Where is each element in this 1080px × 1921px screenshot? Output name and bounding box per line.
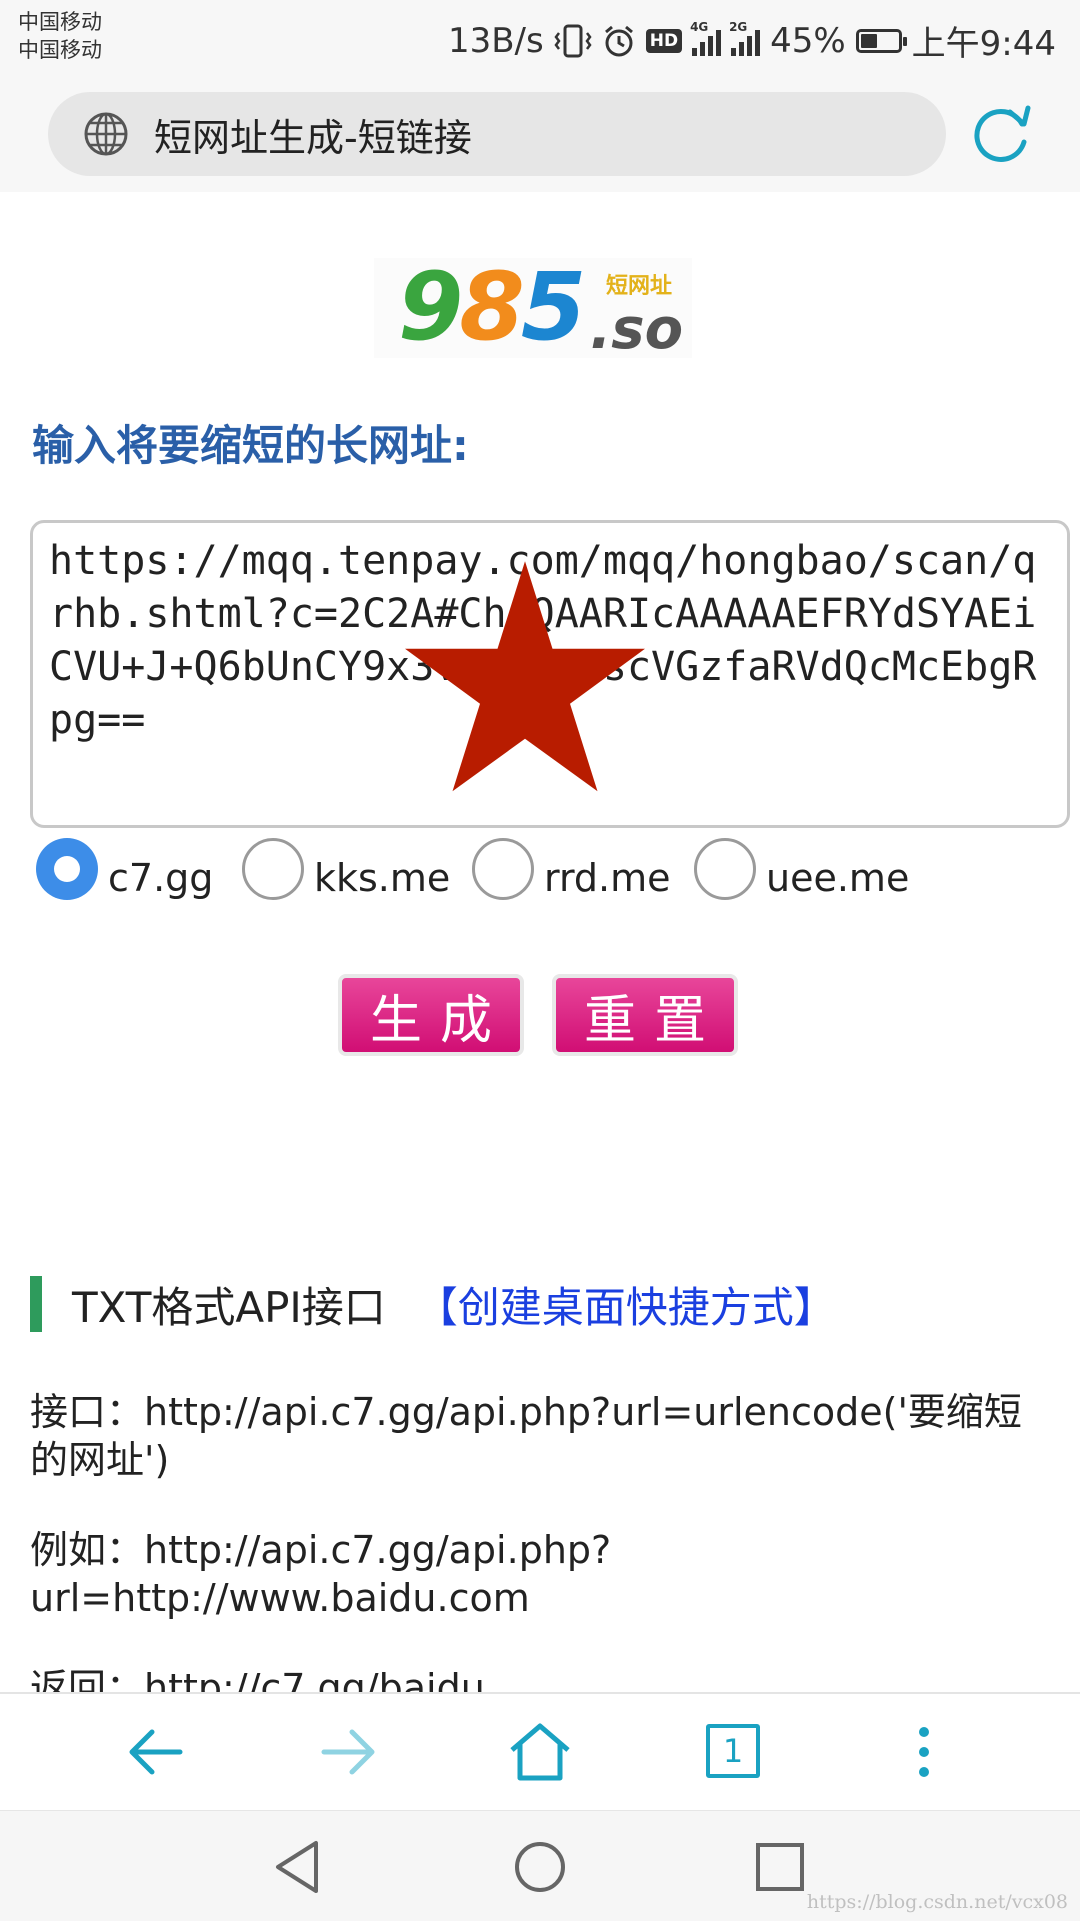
section-accent-bar: [30, 1276, 42, 1332]
radio-label: rrd.me: [544, 856, 671, 900]
sim2-network-type: 2G: [729, 19, 748, 34]
generate-button[interactable]: 生成: [338, 974, 524, 1056]
logo-tag: 短网址: [606, 274, 673, 299]
address-bar: 短网址生成-短链接: [0, 88, 1080, 192]
battery-percent: 45%: [770, 20, 846, 61]
browser-toolbar: 1: [0, 1692, 1080, 1812]
reset-button[interactable]: 重置: [552, 974, 738, 1056]
reload-icon[interactable]: [970, 102, 1034, 166]
home-icon[interactable]: [508, 1720, 572, 1784]
page-content: 985 .so 短网址 输入将要缩短的长网址: https://mqq.tenp…: [0, 192, 1080, 1692]
long-url-label: 输入将要缩短的长网址:: [32, 421, 469, 470]
alarm-icon: [604, 25, 633, 56]
radio-unchecked-icon[interactable]: [242, 838, 304, 900]
tab-count: 1: [706, 1724, 760, 1778]
signal-sim1-icon: 4G: [690, 20, 722, 56]
carrier-names: 中国移动 中国移动: [18, 8, 102, 64]
status-icons: 13B/s HD 4G 2G 45% 上午9:44: [448, 16, 1056, 65]
api-section-title: TXT格式API接口: [72, 1282, 386, 1332]
net-speed: 13B/s: [447, 20, 544, 61]
radio-unchecked-icon[interactable]: [694, 838, 756, 900]
clock: 上午9:44: [911, 24, 1056, 64]
api-section-header: TXT格式API接口 【创建桌面快捷方式】: [30, 1276, 836, 1332]
redaction-star-icon: [405, 561, 645, 792]
radio-label: kks.me: [314, 856, 451, 900]
watermark: https://blog.csdn.net/vcx08: [806, 1891, 1068, 1913]
more-vertical-icon[interactable]: [892, 1720, 956, 1784]
logo-suffix: .so: [590, 297, 684, 362]
sim1-network-type: 4G: [690, 19, 709, 34]
logo-digit-5: 5: [520, 253, 586, 362]
radio-label: c7.gg: [108, 856, 214, 900]
carrier-2: 中国移动: [18, 38, 102, 62]
nav-recent-icon[interactable]: [750, 1837, 810, 1897]
battery-level: [860, 33, 877, 48]
logo-digit-9: 9: [398, 253, 463, 362]
logo-digit-8: 8: [459, 253, 524, 362]
system-nav-bar: https://blog.csdn.net/vcx08: [0, 1810, 1080, 1921]
back-arrow-icon[interactable]: [124, 1720, 188, 1784]
api-interface-text: 接口：http://api.c7.gg/api.php?url=urlencod…: [30, 1390, 1022, 1482]
radio-checked-icon[interactable]: [36, 838, 98, 900]
signal-sim2-icon: 2G: [729, 20, 761, 56]
forward-arrow-icon[interactable]: [316, 1720, 380, 1784]
hd-badge: HD: [645, 28, 683, 53]
carrier-1: 中国移动: [18, 10, 102, 34]
radio-label: uee.me: [766, 856, 910, 900]
battery-icon: [855, 28, 907, 53]
status-bar: 中国移动 中国移动 13B/s HD 4G 2G 45% 上午9:44: [0, 0, 1080, 88]
url-field[interactable]: 短网址生成-短链接: [48, 92, 946, 176]
api-return-text: 返回：http://c7.gg/baidu: [30, 1666, 485, 1692]
api-example-text: 例如：http://api.c7.gg/api.php?url=http://w…: [30, 1528, 612, 1620]
radio-unchecked-icon[interactable]: [472, 838, 534, 900]
nav-home-icon[interactable]: [510, 1837, 570, 1897]
tabs-button[interactable]: 1: [706, 1724, 770, 1788]
create-shortcut-link[interactable]: 【创建桌面快捷方式】: [416, 1274, 836, 1335]
globe-icon: [84, 112, 128, 156]
site-logo[interactable]: 985 .so 短网址: [374, 258, 692, 358]
vibrate-icon: [554, 24, 592, 57]
nav-back-icon[interactable]: [270, 1837, 330, 1897]
page-title: 短网址生成-短链接: [154, 115, 472, 160]
